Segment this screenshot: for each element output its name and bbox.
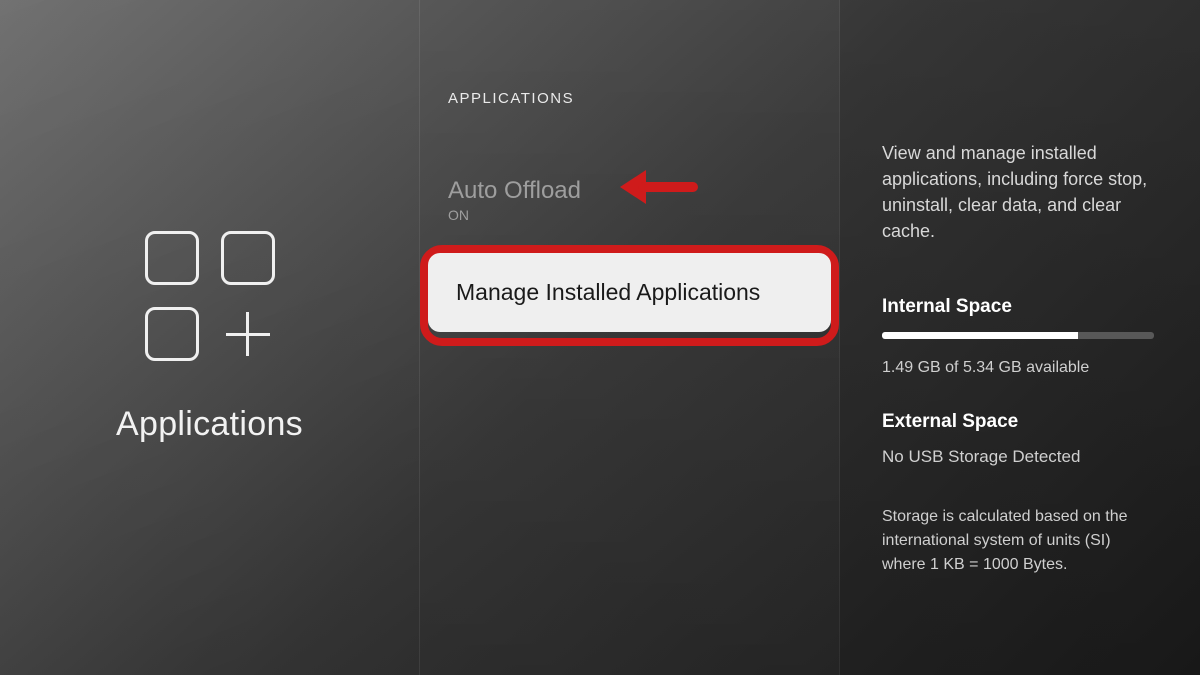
right-panel: View and manage installed applications, … — [840, 0, 1200, 675]
menu-item-sub: ON — [448, 207, 811, 223]
internal-space-title: Internal Space — [882, 296, 1154, 318]
menu-item-manage-installed-applications[interactable]: Manage Installed Applications — [428, 253, 831, 332]
middle-panel: APPLICATIONS Auto Offload ON Manage Inst… — [420, 0, 840, 675]
left-panel: Applications — [0, 0, 420, 675]
annotation-highlight-box: Manage Installed Applications — [420, 245, 839, 346]
storage-footnote: Storage is calculated based on the inter… — [882, 505, 1154, 577]
internal-space-bar-fill — [882, 332, 1078, 339]
internal-space-summary: 1.49 GB of 5.34 GB available — [882, 359, 1154, 377]
menu-item-label: Manage Installed Applications — [456, 279, 803, 306]
external-space-title: External Space — [882, 411, 1154, 433]
menu-item-auto-offload[interactable]: Auto Offload ON — [420, 177, 839, 223]
detail-description: View and manage installed applications, … — [882, 140, 1154, 244]
applications-grid-icon — [145, 231, 275, 361]
middle-heading: APPLICATIONS — [420, 90, 839, 107]
menu-item-label: Auto Offload — [448, 177, 811, 205]
left-panel-title: Applications — [116, 405, 303, 444]
internal-space-bar — [882, 332, 1154, 339]
external-space-status: No USB Storage Detected — [882, 447, 1154, 467]
